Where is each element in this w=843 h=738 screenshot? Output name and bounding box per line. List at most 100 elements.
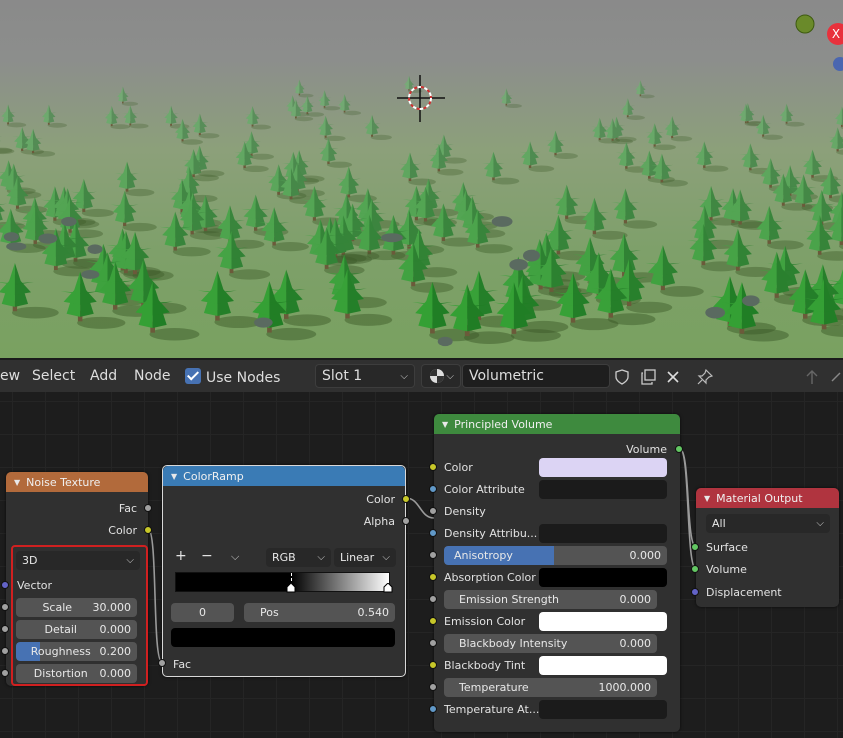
socket-label: Alpha: [363, 514, 395, 528]
socket-fac-in[interactable]: [158, 659, 166, 667]
principled-volume-header[interactable]: ▼ Principled Volume: [434, 414, 680, 434]
socket-detail-in[interactable]: [1, 625, 9, 633]
target-dropdown[interactable]: All ⌵: [706, 514, 830, 533]
socket-label: Density Attribu...: [444, 526, 538, 540]
socket-temperature-attribute-in[interactable]: [429, 705, 437, 713]
fake-user-button[interactable]: [610, 365, 634, 389]
ramp-menu-chevron-down-icon[interactable]: ⌵: [231, 550, 239, 564]
gizmo-x-axis-icon[interactable]: X: [827, 23, 843, 45]
socket-emission-strength-in[interactable]: [429, 595, 437, 603]
pin-button[interactable]: [693, 365, 717, 389]
socket-label: Volume: [626, 442, 667, 456]
socket-roughness-in[interactable]: [1, 647, 9, 655]
use-nodes-toggle[interactable]: Use Nodes: [185, 368, 280, 386]
3d-cursor-icon[interactable]: [397, 75, 445, 122]
emission-strength-field[interactable]: Emission Strength 0.000: [444, 590, 657, 609]
input-displacement: Displacement: [706, 583, 782, 601]
socket-label: Blackbody Tint: [444, 658, 526, 672]
menu-add[interactable]: Add: [82, 368, 125, 384]
input-temperature-attribute: Temperature At...: [444, 700, 539, 718]
check-icon[interactable]: [185, 368, 201, 384]
interpolation-dropdown[interactable]: Linear ⌵: [334, 548, 396, 567]
socket-displacement-in[interactable]: [691, 588, 699, 596]
socket-anisotropy-in[interactable]: [429, 551, 437, 559]
socket-label: Color Attribute: [444, 482, 525, 496]
socket-blackbody-intensity-in[interactable]: [429, 639, 437, 647]
collapse-icon[interactable]: ▼: [704, 494, 710, 503]
stop-position-field[interactable]: Pos 0.540: [244, 603, 395, 622]
temperature-field[interactable]: Temperature 1000.000: [444, 678, 657, 697]
menu-select[interactable]: Select: [24, 368, 83, 384]
socket-volume-in[interactable]: [691, 565, 699, 573]
collapse-icon[interactable]: ▼: [442, 420, 448, 429]
gizmo-z-axis-icon[interactable]: [833, 57, 843, 71]
collapse-icon[interactable]: ▼: [171, 472, 177, 481]
slot-dropdown[interactable]: Slot 1 ⌵: [315, 364, 415, 388]
socket-color-out[interactable]: [402, 495, 410, 503]
absorption-color-swatch[interactable]: [539, 568, 667, 587]
principled-volume-node[interactable]: ▼ Principled Volume Volume Color Color A…: [429, 414, 683, 732]
color-swatch[interactable]: [539, 458, 667, 477]
socket-color-in[interactable]: [429, 463, 437, 471]
output-fac: Fac: [6, 499, 137, 517]
socket-scale-in[interactable]: [1, 603, 9, 611]
socket-volume-out[interactable]: [675, 445, 683, 453]
editor-options-button[interactable]: [828, 365, 843, 389]
noise-texture-node[interactable]: ▼ Noise Texture Fac Color 3D ⌵ Vector Sc…: [1, 472, 152, 686]
node-editor-canvas[interactable]: ▼ Noise Texture Fac Color 3D ⌵ Vector Sc…: [0, 392, 843, 738]
colorramp-node[interactable]: ▼ ColorRamp Color Alpha + − ⌵ RGB ⌵ Line…: [158, 465, 410, 677]
noise-texture-header[interactable]: ▼ Noise Texture: [6, 472, 148, 492]
blackbody-tint-swatch[interactable]: [539, 656, 667, 675]
unlink-material-button[interactable]: [661, 365, 685, 389]
color-ramp-gradient[interactable]: [175, 572, 393, 593]
3d-viewport[interactable]: X: [0, 0, 843, 358]
socket-color-attribute-in[interactable]: [429, 485, 437, 493]
field-label: Emission Strength: [459, 593, 560, 606]
temperature-attribute-field[interactable]: [539, 700, 667, 719]
add-stop-button[interactable]: +: [175, 548, 187, 564]
ramp-stop-handle-white[interactable]: [383, 583, 393, 593]
colorramp-header[interactable]: ▼ ColorRamp: [163, 466, 405, 486]
gizmo-y-axis-icon[interactable]: [795, 14, 815, 34]
socket-vector-in[interactable]: [1, 581, 9, 589]
stop-index-field[interactable]: 0: [171, 603, 234, 622]
socket-alpha-out[interactable]: [402, 517, 410, 525]
socket-label: Surface: [706, 540, 748, 554]
socket-density-attribute-in[interactable]: [429, 529, 437, 537]
anisotropy-field[interactable]: Anisotropy 0.000: [444, 546, 667, 565]
collapse-icon[interactable]: ▼: [14, 478, 20, 487]
socket-label: Fac: [173, 657, 192, 671]
material-output-header[interactable]: ▼ Material Output: [696, 488, 839, 508]
menu-node[interactable]: Node: [126, 368, 179, 384]
socket-blackbody-tint-in[interactable]: [429, 661, 437, 669]
material-output-node[interactable]: ▼ Material Output All ⌵ Surface Volume D…: [691, 488, 839, 607]
blackbody-intensity-field[interactable]: Blackbody Intensity 0.000: [444, 634, 657, 653]
emission-color-swatch[interactable]: [539, 612, 667, 631]
color-attribute-field[interactable]: [539, 480, 667, 499]
socket-temperature-in[interactable]: [429, 683, 437, 691]
socket-distortion-in[interactable]: [1, 669, 9, 677]
material-browse-button[interactable]: ⌵: [421, 364, 461, 388]
socket-density-in[interactable]: [429, 507, 437, 515]
new-material-button[interactable]: [636, 365, 660, 389]
socket-surface-in[interactable]: [691, 543, 699, 551]
socket-fac-out[interactable]: [144, 504, 152, 512]
parent-node-tree-button[interactable]: [800, 365, 824, 389]
socket-absorption-color-in[interactable]: [429, 573, 437, 581]
input-emission-color: Emission Color: [444, 612, 525, 630]
color-mode-dropdown[interactable]: RGB ⌵: [266, 548, 331, 567]
duplicate-icon: [641, 369, 656, 385]
stop-color-swatch[interactable]: [171, 628, 395, 647]
field-label: Blackbody Intensity: [459, 637, 568, 650]
chevron-down-icon: ⌵: [400, 370, 408, 382]
sphere-icon: [430, 369, 444, 383]
socket-label: Color: [444, 460, 473, 474]
remove-stop-button[interactable]: −: [201, 548, 213, 564]
ramp-stop-handle-active[interactable]: [286, 583, 296, 593]
input-color-attribute: Color Attribute: [444, 480, 525, 498]
socket-emission-color-in[interactable]: [429, 617, 437, 625]
input-density-attribute: Density Attribu...: [444, 524, 537, 542]
socket-color-out[interactable]: [144, 526, 152, 534]
density-attribute-field[interactable]: [539, 524, 667, 543]
material-name-field[interactable]: Volumetric: [462, 364, 610, 388]
